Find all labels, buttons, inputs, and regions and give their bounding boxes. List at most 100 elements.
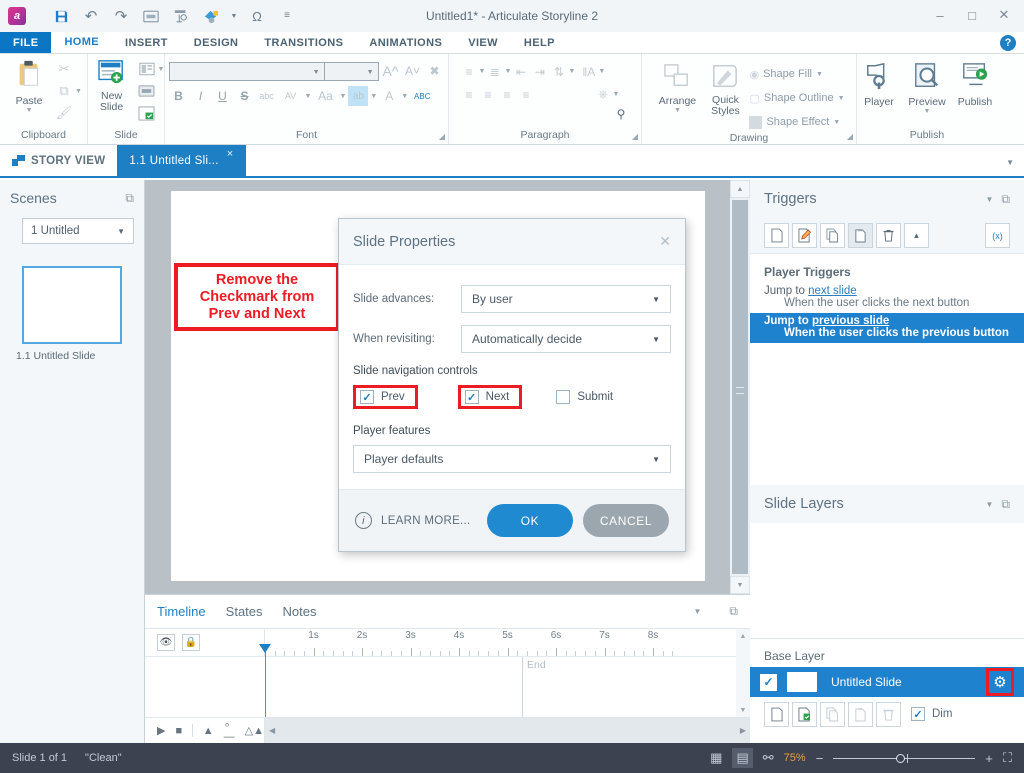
underline-button[interactable]: U	[213, 86, 233, 106]
numbering-icon[interactable]: ≣	[485, 63, 504, 80]
story-view-icon[interactable]: ▦	[710, 750, 722, 766]
bold-button[interactable]: B	[169, 86, 189, 106]
align-right-icon[interactable]: ≡	[498, 86, 517, 103]
undock-panel-icon[interactable]: ⧉	[729, 604, 738, 619]
close-icon[interactable]: ✕	[659, 233, 671, 250]
slide-view-icon[interactable]: ▤	[732, 748, 753, 768]
quick-styles-button[interactable]: Quick Styles	[701, 61, 749, 117]
align-text-icon[interactable]: ⎈	[594, 86, 613, 103]
justify-icon[interactable]: ≡	[517, 86, 536, 103]
preview-button[interactable]: Preview ▼	[903, 60, 951, 115]
font-color-button[interactable]: A	[379, 86, 399, 106]
chevron-down-icon[interactable]: ▼	[674, 107, 681, 114]
edit-trigger-icon[interactable]	[792, 223, 817, 248]
zoom-out-button[interactable]: −	[816, 751, 824, 766]
shape-effect-button[interactable]: Shape Effect ▼	[749, 112, 844, 132]
new-trigger-icon[interactable]	[764, 223, 789, 248]
learn-more-link[interactable]: i LEARN MORE...	[355, 512, 471, 529]
help-icon[interactable]: ?	[1000, 35, 1016, 51]
layer-row-untitled-slide[interactable]: ✓ Untitled Slide ⚙	[750, 667, 1024, 697]
ribbon-tab-help[interactable]: HELP	[511, 32, 568, 53]
ribbon-tab-file[interactable]: FILE	[0, 32, 52, 53]
chevron-down-icon[interactable]: ▼	[833, 119, 840, 126]
paste-layer-icon[interactable]	[848, 701, 873, 727]
prev-checkbox[interactable]: ✓ Prev	[360, 390, 405, 404]
chevron-down-icon[interactable]: ▼	[228, 4, 240, 28]
paste-trigger-icon[interactable]	[848, 223, 873, 248]
shrink-font-icon[interactable]: A˅	[403, 61, 423, 81]
layout-icon[interactable]	[136, 59, 158, 79]
save-icon[interactable]	[48, 4, 74, 28]
ribbon-tab-transitions[interactable]: TRANSITIONS	[251, 32, 356, 53]
paragraph-dialog-launcher-icon[interactable]: ◢	[632, 132, 638, 141]
trigger-row-previous-slide[interactable]: Jump to previous slide When the user cli…	[750, 313, 1024, 343]
slide-advances-select[interactable]: By user ▼	[461, 285, 671, 313]
zoom-slider[interactable]	[833, 752, 976, 764]
slide-thumbnail[interactable]	[22, 266, 122, 344]
when-revisiting-select[interactable]: Automatically decide ▼	[461, 325, 671, 353]
timeline-horizontal-scrollbar[interactable]: ◀ ▶	[265, 718, 750, 743]
bullets-icon[interactable]: ≡	[460, 63, 479, 80]
copy-icon[interactable]: ⧉	[53, 81, 75, 101]
font-name-input[interactable]: ▼	[168, 61, 325, 81]
edit-layer-icon[interactable]	[792, 701, 817, 727]
undo-icon[interactable]: ↶	[78, 4, 104, 28]
chevron-down-icon[interactable]: ▼	[75, 88, 82, 95]
form-view-icon[interactable]: ⚯	[763, 750, 774, 766]
manage-variables-icon[interactable]: (x)	[985, 223, 1010, 248]
lock-icon[interactable]: 🔒	[182, 634, 200, 651]
chevron-down-icon[interactable]: ▼	[479, 68, 486, 75]
undock-panel-icon[interactable]: ⧉	[1001, 497, 1010, 512]
delete-trigger-icon[interactable]	[876, 223, 901, 248]
ribbon-tab-view[interactable]: VIEW	[455, 32, 511, 53]
close-icon[interactable]: ×	[227, 148, 234, 160]
submit-checkbox[interactable]: Submit	[556, 390, 613, 404]
font-dialog-launcher-icon[interactable]: ◢	[439, 132, 445, 141]
chevron-down-icon[interactable]: ▼	[305, 93, 312, 100]
decrease-indent-icon[interactable]: ⇤	[511, 63, 530, 80]
ribbon-tab-animations[interactable]: ANIMATIONS	[356, 32, 455, 53]
color-fill-icon[interactable]	[198, 4, 224, 28]
zoom-out-timeline-icon[interactable]: ▲	[203, 725, 214, 737]
scroll-up-button[interactable]: ▲	[736, 629, 750, 643]
text-box-icon[interactable]	[136, 81, 158, 101]
change-case-button[interactable]: Aa	[313, 86, 337, 106]
scene-select[interactable]: 1 Untitled ▼	[22, 218, 134, 244]
cancel-button[interactable]: CANCEL	[583, 504, 669, 537]
italic-button[interactable]: I	[191, 86, 211, 106]
publish-button[interactable]: Publish	[951, 60, 999, 108]
next-checkbox[interactable]: ✓ Next	[464, 390, 509, 404]
text-direction-icon[interactable]: ‖A	[579, 63, 598, 80]
scroll-right-button[interactable]: ▶	[740, 726, 746, 735]
align-center-icon[interactable]: ≡	[479, 86, 498, 103]
align-left-icon[interactable]: ≡	[460, 86, 479, 103]
close-button[interactable]: ✕	[988, 0, 1020, 30]
chevron-down-icon[interactable]: ▼	[613, 91, 620, 98]
minimize-button[interactable]: –	[924, 0, 956, 30]
increase-indent-icon[interactable]: ⇥	[530, 63, 549, 80]
cut-icon[interactable]: ✂	[53, 59, 75, 79]
play-icon[interactable]: ▶	[157, 724, 165, 737]
layer-visibility-checkbox[interactable]: ✓	[760, 673, 777, 691]
scrollbar-thumb[interactable]	[732, 200, 748, 574]
tab-slide-1-1[interactable]: 1.1 Untitled Sli... ×	[117, 145, 246, 176]
trigger-target-link[interactable]: next slide	[808, 285, 857, 297]
new-slide-button[interactable]: New Slide	[88, 57, 136, 113]
scroll-left-button[interactable]: ◀	[269, 726, 275, 735]
chevron-down-icon[interactable]: ▼	[158, 66, 165, 73]
undock-panel-icon[interactable]: ⧉	[125, 191, 134, 206]
layer-properties-gear-icon[interactable]: ⚙	[986, 668, 1014, 696]
font-size-input[interactable]: ▼	[324, 61, 379, 81]
chevron-down-icon[interactable]: ▼	[986, 500, 994, 509]
ribbon-tab-design[interactable]: DESIGN	[181, 32, 252, 53]
arrange-button[interactable]: Arrange ▼	[653, 61, 701, 114]
trigger-target-link[interactable]: previous slide	[812, 315, 889, 327]
copy-trigger-icon[interactable]	[820, 223, 845, 248]
ok-button[interactable]: OK	[487, 504, 573, 537]
shape-fill-button[interactable]: ◉ Shape Fill ▼	[749, 64, 844, 84]
timeline-zoom-slider[interactable]: ∘—	[224, 718, 235, 743]
find-binoculars-icon[interactable]: ⚲	[612, 105, 631, 122]
customize-toolbar-icon[interactable]: ≡	[274, 4, 300, 28]
canvas-vertical-scrollbar[interactable]: ▲ ▼	[730, 180, 750, 594]
move-trigger-up-icon[interactable]: ▲	[904, 223, 929, 248]
